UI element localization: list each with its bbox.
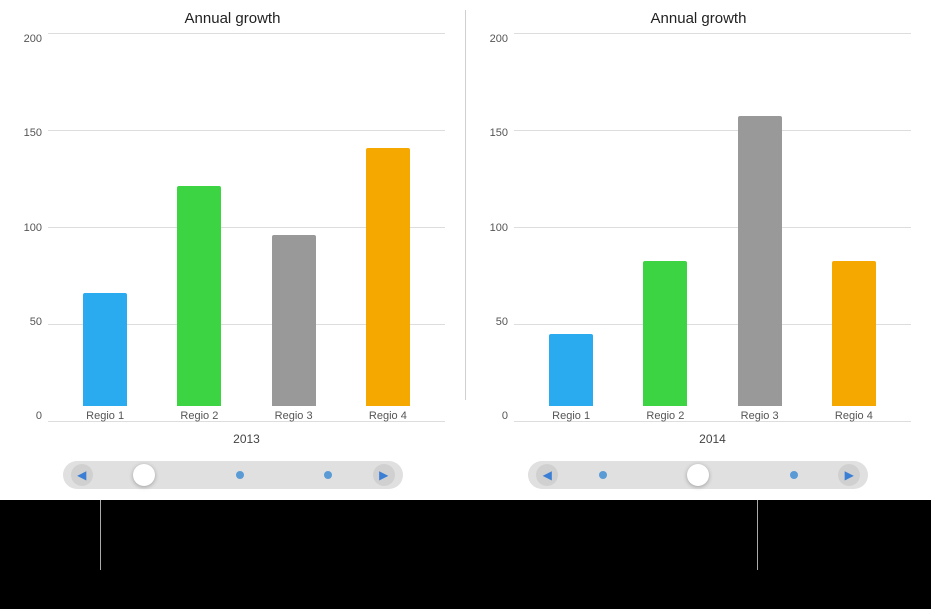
annotation-line-left: [100, 500, 101, 570]
slider-dot: [790, 471, 798, 479]
bar-group: Regio 4: [366, 148, 410, 422]
slider-dot: [599, 471, 607, 479]
bar-label: Regio 4: [369, 410, 407, 422]
charts-area: Annual growth 200 150 100 50 0: [0, 0, 931, 450]
slider-panel-right: ◀ ▶: [466, 450, 931, 500]
chart-left-year: 2013: [48, 432, 445, 446]
slider-thumb-right[interactable]: [687, 464, 709, 486]
chart-left-container: Annual growth 200 150 100 50 0: [0, 0, 465, 450]
slider-left-arrow-right[interactable]: ◀: [536, 464, 558, 486]
y-label: 100: [24, 222, 42, 234]
bar-label: Regio 1: [86, 410, 124, 422]
black-bottom: [0, 500, 931, 609]
bars-right: Regio 1 Regio 2 Regio 3 Regio 4: [514, 33, 911, 422]
bar-regio3-right: [738, 116, 782, 406]
bar-group: Regio 3: [738, 116, 782, 422]
bar-label: Regio 3: [275, 410, 313, 422]
slider-left-arrow-left[interactable]: ◀: [71, 464, 93, 486]
y-label: 200: [490, 33, 508, 45]
y-label: 0: [502, 410, 508, 422]
bar-group: Regio 1: [83, 293, 127, 422]
bar-label: Regio 2: [646, 410, 684, 422]
bar-group: Regio 2: [177, 186, 221, 422]
slider-inner-left: [93, 464, 373, 486]
chart-left-area: 200 150 100 50 0 Regio 1: [20, 33, 445, 450]
y-label: 0: [36, 410, 42, 422]
bars-left: Regio 1 Regio 2 Regio 3 Regio 4: [48, 33, 445, 422]
bar-label: Regio 3: [741, 410, 779, 422]
y-label: 50: [30, 316, 42, 328]
bar-group: Regio 3: [272, 235, 316, 422]
bar-regio3-left: [272, 235, 316, 406]
bar-label: Regio 4: [835, 410, 873, 422]
chart-left-plot: Regio 1 Regio 2 Regio 3 Regio 4: [48, 33, 445, 450]
y-label: 100: [490, 222, 508, 234]
bar-label: Regio 2: [180, 410, 218, 422]
y-label: 200: [24, 33, 42, 45]
bar-regio4-right: [832, 261, 876, 406]
bar-group: Regio 4: [832, 261, 876, 422]
bar-regio1-right: [549, 334, 593, 407]
chart-right-area: 200 150 100 50 0 Regio 1: [486, 33, 911, 450]
chart-right-container: Annual growth 200 150 100 50 0: [466, 0, 931, 450]
slider-track-left: ◀ ▶: [63, 461, 403, 489]
bar-group: Regio 1: [549, 334, 593, 423]
chart-right-y-axis: 200 150 100 50 0: [486, 33, 514, 450]
bar-label: Regio 1: [552, 410, 590, 422]
bar-regio4-left: [366, 148, 410, 406]
slider-inner-right: [558, 464, 838, 486]
slider-track-right: ◀ ▶: [528, 461, 868, 489]
bar-regio1-left: [83, 293, 127, 406]
slider-dot: [236, 471, 244, 479]
bar-regio2-left: [177, 186, 221, 406]
chart-right-plot: Regio 1 Regio 2 Regio 3 Regio 4: [514, 33, 911, 450]
annotation-line-right: [757, 500, 758, 570]
chart-right-year: 2014: [514, 432, 911, 446]
bar-regio2-right: [643, 261, 687, 406]
slider-row: ◀ ▶ ◀ ▶: [0, 450, 931, 500]
slider-dot: [324, 471, 332, 479]
chart-left-title: Annual growth: [185, 10, 281, 27]
slider-panel-left: ◀ ▶: [0, 450, 466, 500]
slider-right-arrow-left[interactable]: ▶: [373, 464, 395, 486]
slider-right-arrow-right[interactable]: ▶: [838, 464, 860, 486]
y-label: 50: [496, 316, 508, 328]
chart-left-y-axis: 200 150 100 50 0: [20, 33, 48, 450]
slider-thumb-left[interactable]: [133, 464, 155, 486]
y-label: 150: [24, 127, 42, 139]
y-label: 150: [490, 127, 508, 139]
chart-right-title: Annual growth: [651, 10, 747, 27]
bar-group: Regio 2: [643, 261, 687, 422]
